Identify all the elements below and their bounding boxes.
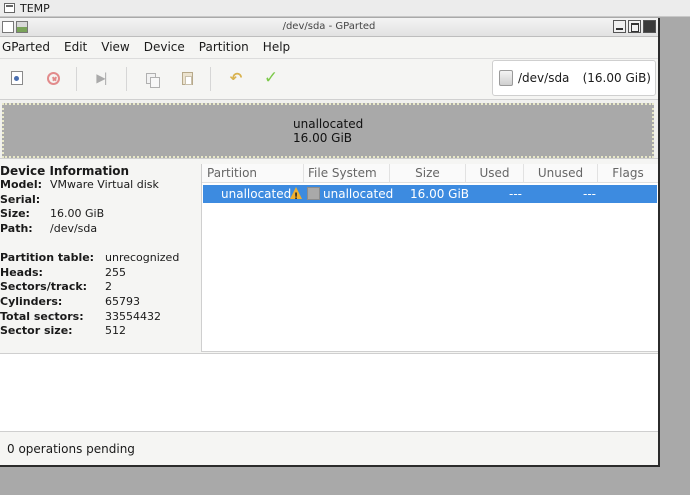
filesystem-color-swatch	[307, 185, 320, 203]
menu-partition[interactable]: Partition	[192, 37, 256, 57]
table-row[interactable]: unallocated unallocated 16.00 GiB --- --…	[203, 185, 657, 206]
warning-icon	[290, 185, 302, 206]
status-text: 0 operations pending	[7, 442, 135, 456]
graph-unallocated-block[interactable]: unallocated 16.00 GiB	[2, 103, 654, 158]
device-selector[interactable]: /dev/sda (16.00 GiB)	[492, 60, 656, 96]
apply-button[interactable]: ✓	[262, 68, 280, 88]
info-row: Heads: 255	[0, 265, 126, 279]
status-bar: 0 operations pending	[0, 433, 658, 465]
menu-bar: GParted Edit View Device Partition Help	[0, 37, 658, 57]
toolbar-separator	[76, 67, 77, 91]
info-row: Path:/dev/sda	[0, 222, 98, 236]
cell-size: 16.00 GiB	[410, 187, 470, 201]
column-header-unused[interactable]: Unused	[524, 164, 598, 183]
info-row: Model: VMware Virtual disk	[0, 178, 159, 191]
paste-icon	[181, 71, 193, 85]
device-info-panel: Device Information Model: VMware Virtual …	[0, 164, 200, 352]
resize-move-icon: ▶|	[96, 71, 107, 85]
desktop-label: TEMP	[20, 1, 50, 15]
column-header-file-system[interactable]: File System	[304, 164, 390, 183]
window-titlebar[interactable]: /dev/sda - GParted	[0, 18, 658, 37]
delete-partition-button[interactable]	[44, 69, 62, 87]
info-row: Serial:	[0, 192, 41, 206]
delete-partition-icon	[46, 71, 60, 85]
copy-button[interactable]	[142, 69, 160, 88]
new-partition-button[interactable]	[8, 69, 26, 87]
menu-view[interactable]: View	[94, 37, 136, 57]
folder-icon	[4, 3, 15, 13]
undo-icon: ↶	[229, 69, 243, 87]
column-header-size[interactable]: Size	[390, 164, 466, 183]
minimize-button[interactable]	[613, 20, 626, 33]
info-row: Partition table: unrecognized	[0, 250, 180, 264]
menu-device[interactable]: Device	[137, 37, 192, 57]
toolbar-separator	[210, 67, 211, 91]
copy-icon	[146, 72, 160, 88]
menu-gparted[interactable]: GParted	[0, 37, 57, 57]
cell-used: ---	[509, 187, 522, 201]
partition-table: Partition File System Size Used Unused F…	[202, 164, 658, 352]
device-size: (16.00 GiB)	[582, 71, 651, 85]
graph-size: 16.00 GiB	[293, 130, 353, 145]
desktop-top-bar: TEMP	[0, 0, 690, 17]
column-header-used[interactable]: Used	[466, 164, 524, 183]
undo-button[interactable]: ↶	[227, 69, 245, 87]
info-row: Cylinders: 65793	[0, 294, 140, 308]
close-button[interactable]	[643, 20, 656, 33]
new-partition-icon	[11, 71, 23, 85]
device-info-heading: Device Information	[0, 164, 130, 178]
maximize-button[interactable]	[628, 20, 641, 33]
disk-graph: unallocated 16.00 GiB	[0, 99, 658, 159]
window-title: /dev/sda - GParted	[282, 21, 376, 32]
cell-partition: unallocated	[221, 187, 292, 201]
graph-label: unallocated	[293, 116, 364, 131]
table-header: Partition File System Size Used Unused F…	[202, 164, 658, 183]
resize-move-button[interactable]: ▶|	[92, 69, 110, 87]
column-header-flags[interactable]: Flags	[598, 164, 658, 183]
toolbar-separator	[126, 67, 127, 91]
info-row: Total sectors: 33554432	[0, 309, 161, 323]
disk-icon	[499, 70, 513, 86]
info-row: Sectors/track: 2	[0, 280, 112, 294]
pending-operations-list	[0, 353, 658, 432]
info-row: Sector size: 512	[0, 324, 126, 338]
menu-edit[interactable]: Edit	[57, 37, 94, 57]
cell-unused: ---	[583, 187, 596, 201]
paste-button[interactable]	[178, 69, 196, 87]
cell-file-system: unallocated	[323, 187, 394, 201]
apply-icon: ✓	[263, 68, 279, 88]
device-path: /dev/sda	[518, 71, 570, 85]
gparted-window: /dev/sda - GParted GParted Edit View Dev…	[0, 18, 660, 467]
info-row: Size: 16.00 GiB	[0, 207, 105, 221]
menu-help[interactable]: Help	[256, 37, 297, 57]
column-header-partition[interactable]: Partition	[202, 164, 304, 183]
